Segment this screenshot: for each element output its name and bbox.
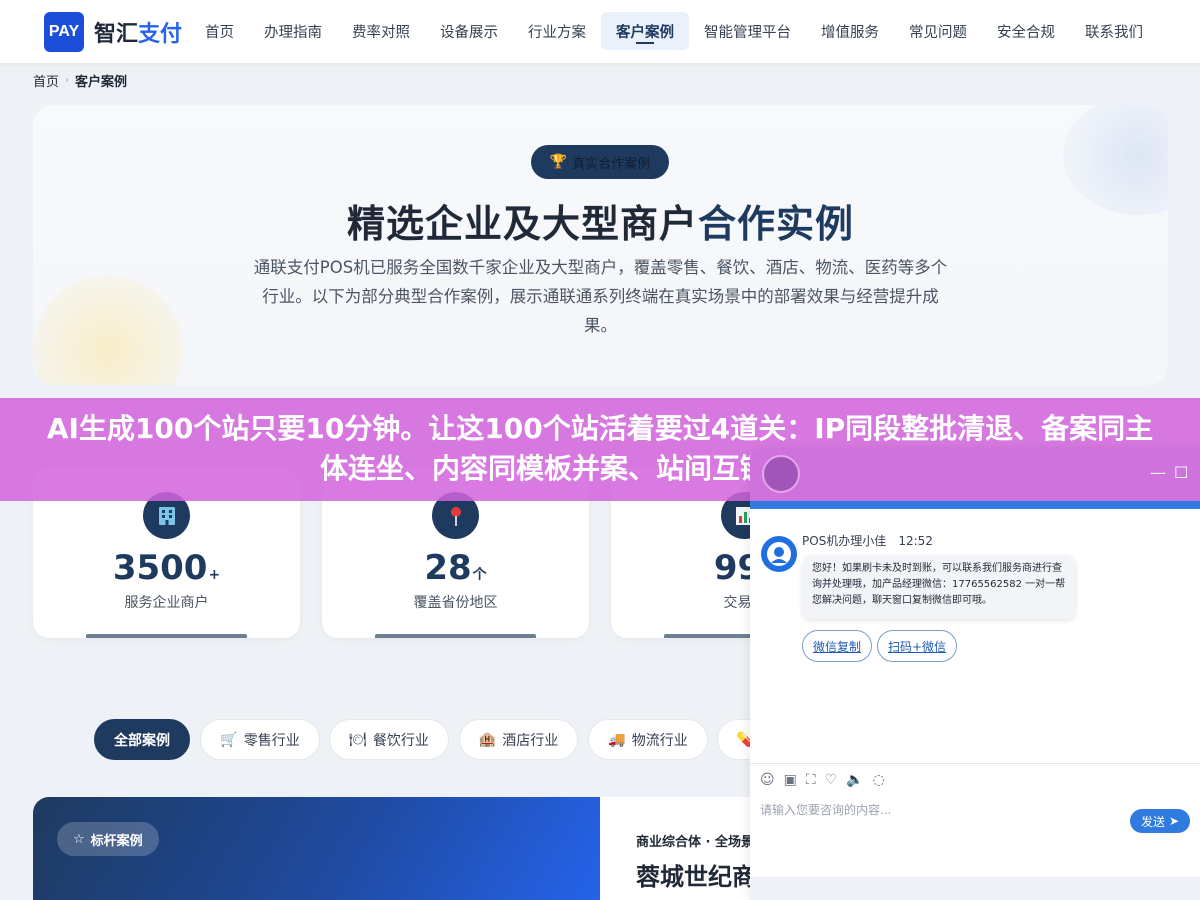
breadcrumb-current: 客户案例 <box>75 75 128 90</box>
breadcrumb: 首页 › 客户案例 <box>33 71 127 90</box>
site-logo[interactable]: PAY 智汇支付 <box>44 12 182 52</box>
main-nav: 首页 办理指南 费率对照 设备展示 行业方案 客户案例 智能管理平台 增值服务 … <box>190 12 1158 52</box>
nav-faq[interactable]: 常见问题 <box>894 12 982 50</box>
stat-number: 3500 <box>112 548 208 588</box>
nav-platform[interactable]: 智能管理平台 <box>689 12 806 50</box>
shield-icon[interactable]: ♡ <box>825 772 838 788</box>
sound-icon[interactable]: 🔈 <box>846 772 863 788</box>
nav-solutions[interactable]: 行业方案 <box>513 12 601 50</box>
hotel-icon: 🏨 <box>478 731 497 748</box>
star-icon: ☆ <box>73 831 85 847</box>
stat-accent-bar <box>86 634 247 638</box>
filter-label: 全部案例 <box>114 732 170 749</box>
page-title: 精选企业及大型商户合作实例 <box>33 193 1168 248</box>
copy-wechat-link[interactable]: 微信复制 <box>802 630 872 662</box>
filter-label: 物流行业 <box>631 732 688 749</box>
logo-badge: PAY <box>44 12 84 52</box>
truck-icon: 🚚 <box>608 731 626 748</box>
filter-label: 零售行业 <box>243 732 300 749</box>
case-tag-label: 标杆案例 <box>90 833 143 849</box>
filter-label: 餐饮行业 <box>372 732 429 749</box>
nav-compliance[interactable]: 安全合规 <box>982 12 1070 50</box>
message-time: 12:52 <box>898 534 933 548</box>
filter-all-cases[interactable]: 全部案例 <box>94 719 190 760</box>
stat-value: 3500+ <box>33 548 300 588</box>
hero-title-main: 精选企业及大型商户 <box>346 202 698 246</box>
chat-message: 您好！如果刷卡未及时到账，可以联系我们服务商进行查询并处理哦，加产品经理微信：1… <box>802 555 1076 619</box>
chat-header-strip <box>750 501 1200 509</box>
case-title: 蓉城世纪商 <box>636 863 756 891</box>
filter-retail[interactable]: 🛒 零售行业 <box>200 719 320 760</box>
chat-header-avatar <box>762 455 800 493</box>
nav-home[interactable]: 首页 <box>190 12 249 50</box>
emoji-icon[interactable]: ☺ <box>760 772 775 788</box>
nav-value-added[interactable]: 增值服务 <box>806 12 894 50</box>
filter-label: 酒店行业 <box>502 732 559 749</box>
hero-title-accent: 合作实例 <box>698 202 855 246</box>
agent-meta: POS机办理小佳 12:52 <box>802 532 933 549</box>
hero-section: 🏆 真实合作案例 精选企业及大型商户合作实例 通联支付POS机已服务全国数千家企… <box>33 105 1168 385</box>
hero-badge: 🏆 真实合作案例 <box>531 145 669 179</box>
minimize-icon[interactable]: — <box>1150 463 1166 482</box>
nav-contact[interactable]: 联系我们 <box>1070 12 1158 50</box>
send-button[interactable]: 发送 ➤ <box>1130 809 1190 833</box>
nav-rates[interactable]: 费率对照 <box>337 12 425 50</box>
stat-unit: + <box>208 567 221 583</box>
nav-guide[interactable]: 办理指南 <box>249 12 337 50</box>
chat-header: — ☐ <box>750 449 1200 501</box>
stat-unit: 个 <box>472 567 487 583</box>
hero-badge-label: 真实合作案例 <box>572 156 651 172</box>
cart-icon: 🛒 <box>220 731 238 748</box>
send-arrow-icon: ➤ <box>1168 814 1180 828</box>
chat-footer <box>750 877 1200 900</box>
hero-description: 通联支付POS机已服务全国数千家企业及大型商户，覆盖零售、餐饮、酒店、物流、医药… <box>253 258 948 335</box>
send-label: 发送 <box>1140 814 1165 829</box>
filter-hotel[interactable]: 🏨 酒店行业 <box>459 719 578 760</box>
wechat-icon[interactable]: ◌ <box>873 772 885 788</box>
chat-widget: — ☐ POS机办理小佳 12:52 您好！如果刷卡未及时到账，可以联系我们服务商… <box>750 449 1200 900</box>
stat-label: 覆盖省份地区 <box>413 595 498 611</box>
filter-catering[interactable]: 🍽 餐饮行业 <box>329 719 449 760</box>
nav-devices[interactable]: 设备展示 <box>425 12 513 50</box>
agent-name: POS机办理小佳 <box>802 534 887 548</box>
site-header: PAY 智汇支付 首页 办理指南 费率对照 设备展示 行业方案 客户案例 智能管… <box>0 0 1200 64</box>
screenshot-icon[interactable]: ⛶ <box>806 772 816 788</box>
chat-input[interactable]: 请输入您要咨询的内容... <box>760 801 891 818</box>
filter-logistics[interactable]: 🚚 物流行业 <box>588 719 708 760</box>
maximize-icon[interactable]: ☐ <box>1174 463 1188 482</box>
hero-glow-decoration <box>33 275 183 385</box>
stat-number: 28 <box>424 548 472 588</box>
stat-value: 28个 <box>322 548 589 588</box>
chat-toolbar: ☺ ▣ ⛶ ♡ 🔈 ◌ <box>750 763 1200 795</box>
trophy-icon: 🏆 <box>549 154 568 170</box>
breadcrumb-separator-icon: › <box>65 75 70 86</box>
nav-cases[interactable]: 客户案例 <box>601 12 689 50</box>
agent-avatar <box>761 536 797 572</box>
case-tag: ☆ 标杆案例 <box>57 822 159 856</box>
image-icon[interactable]: ▣ <box>784 772 797 788</box>
logo-text: 智汇支付 <box>94 16 182 48</box>
breadcrumb-home[interactable]: 首页 <box>33 71 59 90</box>
case-image: ☆ 标杆案例 <box>33 797 600 900</box>
scan-wechat-link[interactable]: 扫码+微信 <box>877 630 957 662</box>
case-subtitle: 商业综合体 · 全场景 <box>636 835 754 850</box>
dining-icon: 🍽 <box>349 731 367 748</box>
stat-accent-bar <box>375 634 536 638</box>
logo-name: 智汇 <box>94 22 139 47</box>
logo-name-accent: 支付 <box>138 22 183 47</box>
stat-label: 服务企业商户 <box>124 595 209 611</box>
